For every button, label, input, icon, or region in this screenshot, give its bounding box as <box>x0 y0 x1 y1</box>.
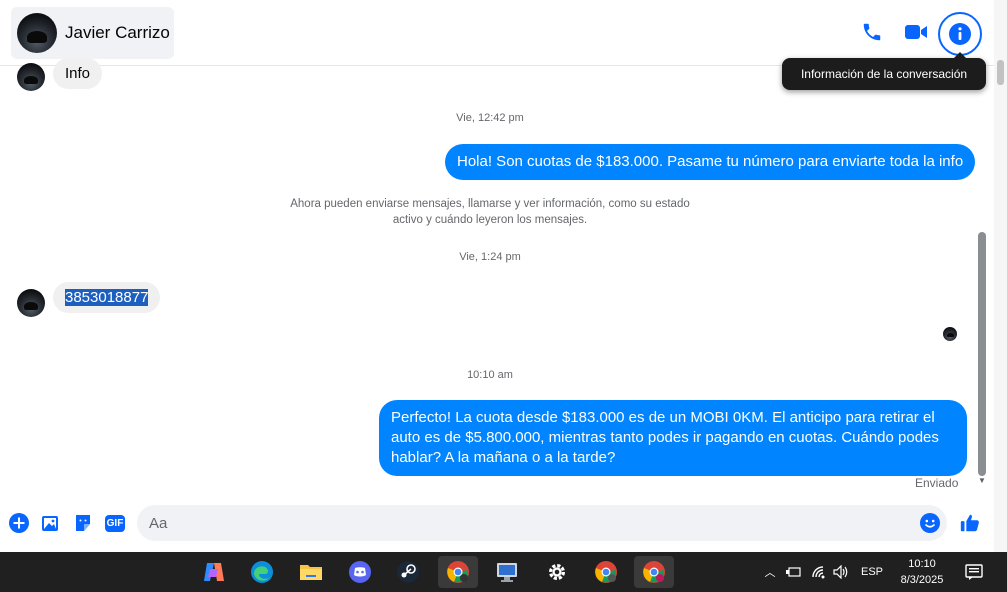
taskbar-file-explorer[interactable] <box>291 556 331 588</box>
clock-time: 10:10 <box>908 558 936 570</box>
system-notice: Ahora pueden enviarse mensajes, llamarse… <box>270 196 710 228</box>
chevron-up-icon: ︿ <box>764 567 776 579</box>
contact-avatar <box>17 13 57 53</box>
incoming-message-info[interactable]: Info <box>53 58 103 89</box>
message-line-2: auto es de $5.800.000, mientras tanto po… <box>391 429 939 446</box>
scroll-down-arrow[interactable]: ▼ <box>976 476 988 486</box>
page-scrollbar[interactable] <box>994 0 1007 552</box>
message-line-1: Perfecto! La cuota desde $183.000 es de … <box>391 409 935 426</box>
smiley-icon <box>920 513 940 533</box>
sender-avatar <box>17 63 45 91</box>
taskbar-copilot[interactable] <box>194 556 234 588</box>
timestamp-1: Vie, 12:42 pm <box>456 112 524 124</box>
tray-volume[interactable] <box>833 564 849 580</box>
windows-taskbar: ︿ ESP 10:10 8/3/2025 <box>0 552 1007 592</box>
contact-profile-button[interactable]: Javier Carrizo <box>11 7 174 59</box>
message-input[interactable] <box>137 505 947 541</box>
discord-icon <box>349 561 371 583</box>
conversation-header: Javier Carrizo <box>0 0 1007 66</box>
delivery-status: Enviado <box>915 476 959 490</box>
timestamp-2: Vie, 1:24 pm <box>459 251 521 263</box>
like-button[interactable] <box>958 512 982 534</box>
taskbar-chrome-profile-1[interactable] <box>438 556 478 588</box>
more-actions-button[interactable] <box>8 512 30 534</box>
gif-icon: GIF <box>104 514 126 532</box>
notification-center-button[interactable] <box>964 564 984 580</box>
message-list[interactable]: Info Vie, 12:42 pm Hola! Son cuotas de $… <box>0 58 990 496</box>
notification-icon <box>965 564 983 580</box>
selected-phone-number[interactable]: 3853018877 <box>65 289 149 306</box>
sticker-button[interactable] <box>72 512 94 534</box>
conversation-info-button[interactable] <box>938 12 982 56</box>
tray-device[interactable] <box>786 564 802 580</box>
taskbar-chrome-profile-3[interactable] <box>634 556 674 588</box>
gif-button[interactable]: GIF <box>104 512 126 534</box>
video-call-button[interactable] <box>901 17 931 47</box>
thumbs-up-icon <box>960 514 979 532</box>
sender-avatar <box>17 289 45 317</box>
steam-icon <box>397 561 419 583</box>
message-line-3: hablar? A la mañana o a la tarde? <box>391 449 616 466</box>
message-composer: GIF <box>0 500 994 548</box>
edge-browser-icon <box>251 561 273 583</box>
audio-call-button[interactable] <box>857 17 887 47</box>
chrome-icon <box>643 561 665 583</box>
speaker-icon <box>833 565 848 579</box>
system-notice-line-2: activo y cuándo leyeron los mensajes. <box>392 214 588 226</box>
outgoing-message-2[interactable]: Perfecto! La cuota desde $183.000 es de … <box>379 400 967 476</box>
taskbar-steam[interactable] <box>388 556 428 588</box>
tray-language[interactable]: ESP <box>858 564 886 580</box>
battery-plug-icon <box>786 567 801 577</box>
message-scrollbar[interactable]: ▼ <box>976 66 990 552</box>
gear-icon <box>548 563 566 581</box>
incoming-message-phone[interactable]: 3853018877 <box>53 282 161 313</box>
taskbar-clock[interactable]: 10:10 8/3/2025 <box>890 556 954 588</box>
plus-circle-icon <box>9 513 29 533</box>
chrome-icon <box>447 561 469 583</box>
monitor-icon <box>497 563 517 582</box>
emoji-button[interactable] <box>919 512 941 534</box>
video-camera-icon <box>905 25 927 39</box>
show-hidden-icons-button[interactable]: ︿ <box>762 564 778 580</box>
system-notice-line-1: Ahora pueden enviarse mensajes, llamarse… <box>290 198 690 210</box>
outgoing-message-1[interactable]: Hola! Son cuotas de $183.000. Pasame tu … <box>445 144 976 180</box>
clock-date: 8/3/2025 <box>900 574 944 586</box>
contact-name: Javier Carrizo <box>65 23 170 42</box>
chrome-icon <box>595 561 617 583</box>
taskbar-settings[interactable] <box>537 556 577 588</box>
folder-icon <box>300 565 322 580</box>
page-scrollbar-thumb[interactable] <box>997 60 1004 85</box>
phone-icon <box>863 23 881 41</box>
conversation-info-tooltip: Información de la conversación <box>782 52 986 90</box>
attach-media-button[interactable] <box>40 512 62 534</box>
taskbar-chrome-profile-2[interactable] <box>586 556 626 588</box>
copilot-icon <box>204 563 224 581</box>
info-icon <box>949 23 971 45</box>
scrollbar-thumb[interactable] <box>978 232 986 476</box>
sticker-icon <box>76 515 90 531</box>
taskbar-discord[interactable] <box>340 556 380 588</box>
taskbar-remote-desktop[interactable] <box>487 556 527 588</box>
taskbar-edge[interactable] <box>242 556 282 588</box>
tray-network[interactable] <box>811 564 827 580</box>
wifi-icon <box>812 566 825 579</box>
seen-indicator-avatar <box>943 327 957 341</box>
timestamp-3: 10:10 am <box>467 369 513 381</box>
image-icon <box>42 516 58 531</box>
